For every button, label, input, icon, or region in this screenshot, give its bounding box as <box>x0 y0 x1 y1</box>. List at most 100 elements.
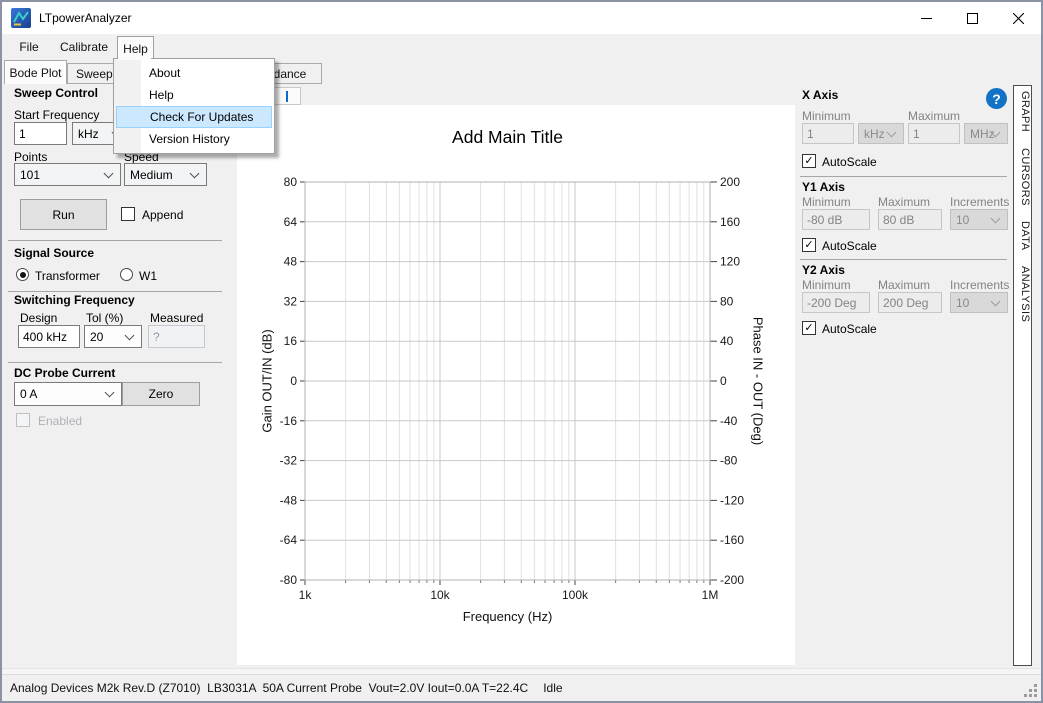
close-button[interactable] <box>995 2 1041 34</box>
y2-autoscale-label: AutoScale <box>822 322 877 336</box>
menu-calibrate[interactable]: Calibrate <box>50 36 118 58</box>
measured-input <box>148 325 205 348</box>
svg-text:0: 0 <box>720 374 727 388</box>
svg-text:0: 0 <box>290 374 297 388</box>
zero-button[interactable]: Zero <box>122 382 200 406</box>
side-tab-graph[interactable]: GRAPH <box>1019 91 1031 132</box>
start-frequency-label: Start Frequency <box>14 108 99 122</box>
svg-text:-80: -80 <box>720 454 738 468</box>
separator <box>800 176 1007 177</box>
minimize-icon <box>921 13 932 24</box>
y1-autoscale-label: AutoScale <box>822 239 877 253</box>
sweep-control-title: Sweep Control <box>14 86 98 100</box>
svg-text:10k: 10k <box>430 588 450 602</box>
transformer-label: Transformer <box>35 269 100 283</box>
design-label: Design <box>20 311 57 325</box>
chart-title[interactable]: Add Main Title <box>305 127 710 148</box>
menu-open-joint <box>118 57 151 60</box>
append-checkbox[interactable] <box>121 207 135 221</box>
graph-subtab-fragment <box>286 91 288 102</box>
menu-item-about[interactable]: About <box>116 62 272 84</box>
radio-w1[interactable] <box>120 268 133 281</box>
x-axis-section-title: X Axis <box>802 88 838 102</box>
y1-maximum-label: Maximum <box>878 195 930 209</box>
y2-axis-section-title: Y2 Axis <box>802 263 845 277</box>
enabled-checkbox <box>16 413 30 427</box>
menu-item-check-for-updates[interactable]: Check For Updates <box>116 106 272 128</box>
dc-probe-current-select[interactable]: 0 A <box>14 382 122 406</box>
menu-file[interactable]: File <box>8 36 50 58</box>
chevron-down-icon <box>991 296 1001 306</box>
maximize-icon <box>967 13 978 24</box>
svg-text:40: 40 <box>720 334 734 348</box>
points-select[interactable]: 101 <box>14 163 121 186</box>
svg-text:1M: 1M <box>702 588 719 602</box>
side-tab-cursors[interactable]: CURSORS <box>1019 148 1031 206</box>
check-icon: ✓ <box>804 240 813 251</box>
svg-text:-64: -64 <box>280 533 298 547</box>
svg-text:120: 120 <box>720 255 740 269</box>
points-label: Points <box>14 150 47 164</box>
svg-text:16: 16 <box>284 334 298 348</box>
svg-text:-48: -48 <box>280 493 298 507</box>
app-window: LTpowerAnalyzer File Calibrate Help Bode… <box>0 0 1043 703</box>
bode-plot-chart: Add Main Title 1k10k100k1M80644832160-16… <box>237 105 795 665</box>
maximize-button[interactable] <box>949 2 995 34</box>
svg-text:32: 32 <box>284 294 298 308</box>
y1-autoscale-checkbox[interactable]: ✓ <box>802 238 816 252</box>
window-title: LTpowerAnalyzer <box>39 11 131 25</box>
dc-probe-current-title: DC Probe Current <box>14 366 115 380</box>
menu-item-help[interactable]: Help <box>116 84 272 106</box>
x-minimum-label: Minimum <box>802 109 851 123</box>
y2-autoscale-checkbox[interactable]: ✓ <box>802 321 816 335</box>
status-bar: Analog Devices M2k Rev.D (Z7010) LB3031A… <box>2 674 1041 701</box>
svg-text:200: 200 <box>720 175 740 189</box>
y2-minimum-label: Minimum <box>802 278 851 292</box>
title-bar: LTpowerAnalyzer <box>2 2 1041 34</box>
check-icon: ✓ <box>804 323 813 334</box>
help-dropdown-menu: About Help Check For Updates Version His… <box>113 58 275 154</box>
dc-probe-current-value: 0 A <box>20 387 37 401</box>
help-icon[interactable]: ? <box>986 88 1007 109</box>
window-controls <box>903 2 1041 34</box>
y1-axis-section-title: Y1 Axis <box>802 180 845 194</box>
signal-source-title: Signal Source <box>14 246 94 260</box>
y1-minimum-label: Minimum <box>802 195 851 209</box>
run-button[interactable]: Run <box>20 199 107 230</box>
x-autoscale-checkbox[interactable]: ✓ <box>802 154 816 168</box>
separator <box>800 259 1007 260</box>
tab-bode-plot[interactable]: Bode Plot <box>4 60 67 84</box>
x-minimum-unit-select: kHz <box>858 123 904 144</box>
speed-select[interactable]: Medium <box>124 163 207 186</box>
x-maximum-input <box>908 123 960 144</box>
append-label: Append <box>142 208 183 222</box>
y2-increments-value: 10 <box>956 296 969 310</box>
chevron-down-icon <box>991 213 1001 223</box>
x-maximum-unit-select: MHz <box>964 123 1008 144</box>
y1-increments-value: 10 <box>956 213 969 227</box>
svg-text:64: 64 <box>284 215 298 229</box>
tol-select[interactable]: 20 <box>84 325 142 348</box>
y2-increments-select: 10 <box>950 292 1008 313</box>
x-autoscale-label: AutoScale <box>822 155 877 169</box>
chevron-down-icon <box>190 168 200 178</box>
svg-text:100k: 100k <box>562 588 589 602</box>
close-icon <box>1013 13 1024 24</box>
start-frequency-input[interactable] <box>14 122 67 145</box>
start-frequency-unit-value: kHz <box>78 127 99 141</box>
y2-increments-label: Increments <box>950 278 1009 292</box>
resize-grip-icon[interactable] <box>1024 684 1038 698</box>
side-tab-analysis[interactable]: ANALYSIS <box>1019 266 1031 322</box>
minimize-button[interactable] <box>903 2 949 34</box>
x-axis-label: Frequency (Hz) <box>305 609 710 624</box>
svg-text:-120: -120 <box>720 493 744 507</box>
svg-text:160: 160 <box>720 215 740 229</box>
app-icon <box>11 8 31 28</box>
switching-frequency-title: Switching Frequency <box>14 293 135 307</box>
points-value: 101 <box>20 168 40 182</box>
menu-item-version-history[interactable]: Version History <box>116 128 272 150</box>
radio-transformer[interactable] <box>16 268 29 281</box>
side-tab-data[interactable]: DATA <box>1019 221 1031 250</box>
design-input[interactable] <box>18 325 80 348</box>
separator <box>8 291 222 292</box>
